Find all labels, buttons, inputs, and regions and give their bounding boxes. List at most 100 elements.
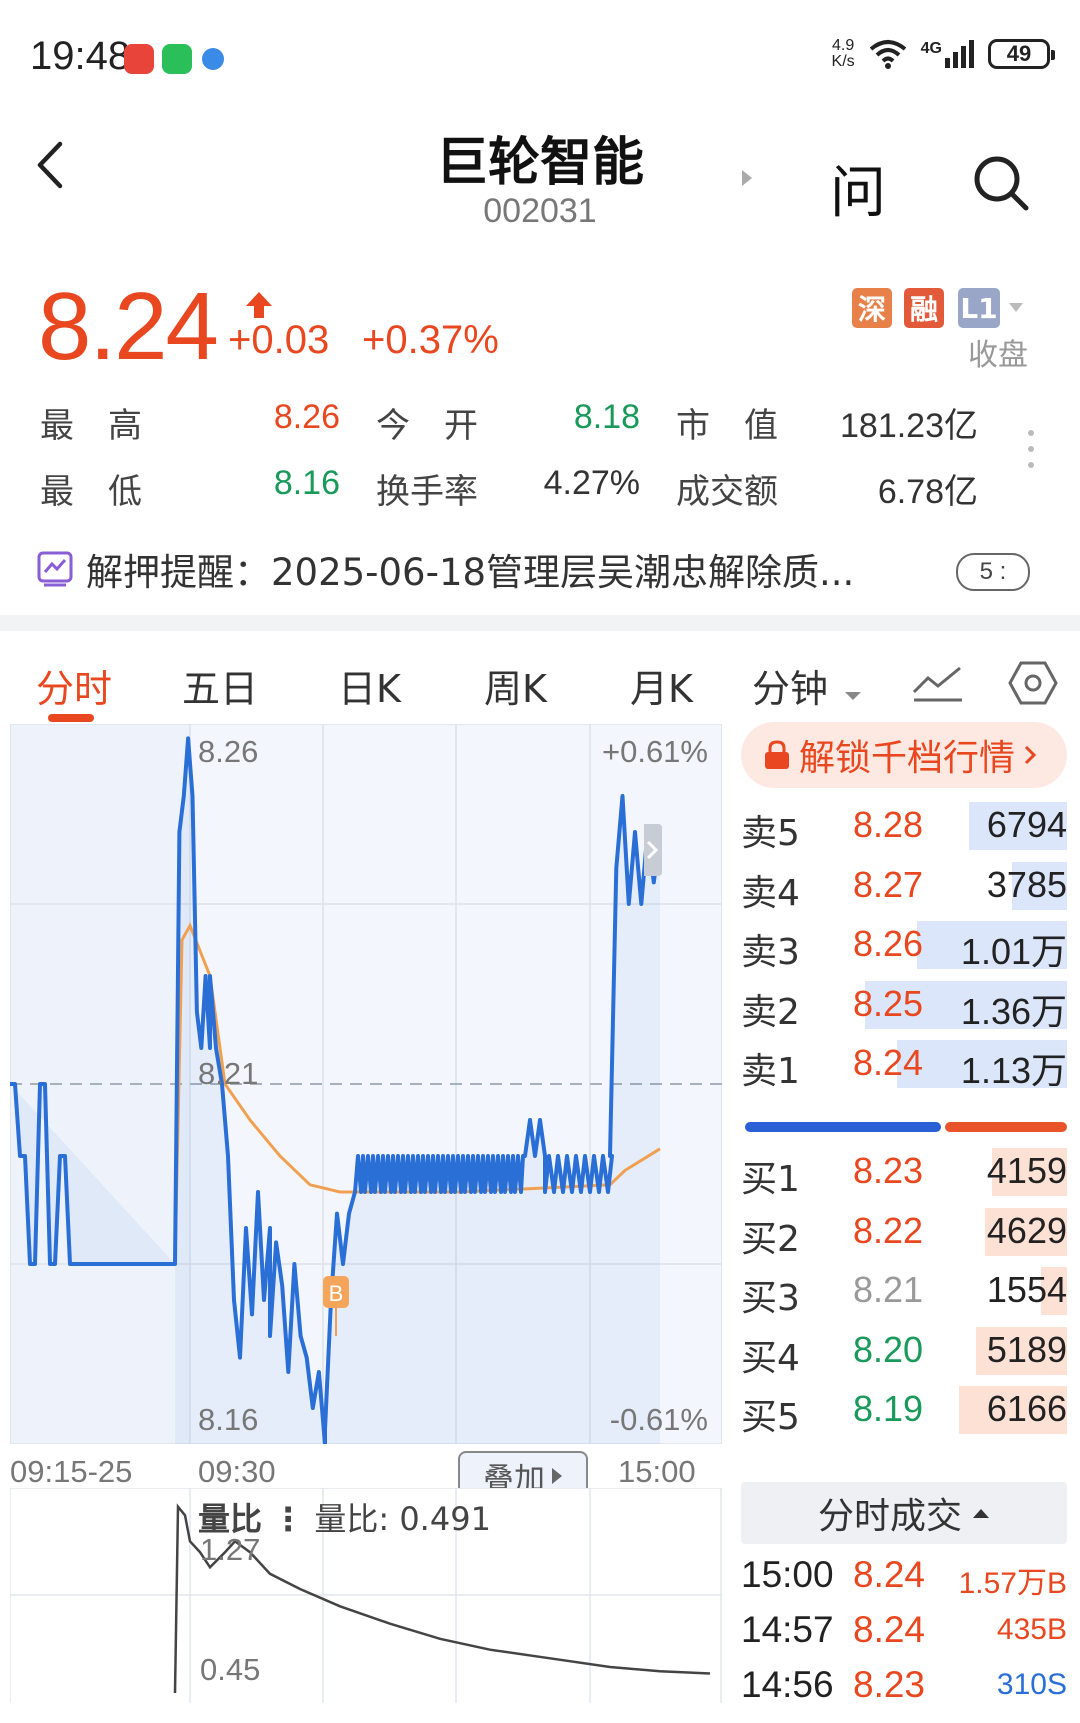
bid-level-price: 8.22: [853, 1209, 924, 1251]
trade-row: 14:56 8.23 310S: [741, 1664, 1067, 1718]
trade-volume: 310S: [996, 1668, 1067, 1701]
bid-level-volume: 6166: [986, 1388, 1067, 1429]
ask-level-volume: 1.01万: [960, 931, 1067, 972]
stat-value-mktcap: 181.23亿: [840, 407, 978, 445]
stat-value-low: 8.16: [273, 464, 340, 502]
pct-axis-low: -0.61%: [609, 1402, 708, 1437]
battery-icon: 49: [988, 39, 1055, 69]
volume-axis-low: 0.45: [200, 1652, 261, 1687]
status-indicators: 4.9 K/s 4G 49: [832, 38, 1055, 70]
wifi-icon: [869, 40, 906, 69]
ask-level-price: 8.25: [853, 982, 924, 1024]
trade-time: 15:00: [741, 1554, 834, 1595]
more-dots-icon[interactable]: [1026, 428, 1036, 470]
bid-level-price: 8.21: [853, 1269, 924, 1310]
section-divider: [0, 615, 1080, 631]
time-axis-start: 09:15-25: [10, 1454, 133, 1489]
chevron-right-icon: [1024, 745, 1037, 765]
search-icon[interactable]: [970, 152, 1032, 214]
stat-label-turnover: 换手率: [376, 472, 478, 512]
margin-tag: 融: [904, 288, 944, 328]
stock-name: 巨轮智能: [435, 133, 644, 193]
notice-count-badge[interactable]: 5 :: [956, 553, 1030, 591]
ask-level-price: 8.27: [853, 863, 924, 905]
bid-level-volume: 4629: [986, 1209, 1067, 1251]
tick-trades-header[interactable]: 分时成交: [741, 1482, 1067, 1544]
ask-level-volume: 6794: [986, 804, 1067, 845]
ask-level-name: 卖1: [741, 1051, 800, 1092]
trade-time: 14:57: [741, 1609, 834, 1650]
ask-level-row[interactable]: 卖2 8.25 1.36万: [741, 977, 1067, 1033]
browser-icon: [202, 48, 224, 70]
bid-level-price: 8.19: [853, 1388, 924, 1429]
ask-level-row[interactable]: 卖4 8.27 3785: [741, 858, 1067, 914]
ask-level-name: 卖2: [741, 991, 800, 1033]
current-price: 8.24: [38, 273, 219, 380]
stat-label-amount: 成交额: [676, 472, 778, 512]
stat-label-low: 最 低: [40, 472, 142, 512]
bid-level-name: 买3: [741, 1278, 800, 1319]
tab-active-indicator: [48, 714, 94, 722]
unlock-depth-button[interactable]: 解锁千档行情: [741, 722, 1067, 788]
huawei-app-icon: [124, 44, 154, 74]
stat-label-open: 今 开: [376, 406, 478, 446]
bid-level-name: 买2: [741, 1218, 800, 1260]
chart-notice-icon: [37, 551, 73, 587]
tab-five-day[interactable]: 五日: [182, 658, 258, 713]
trade-volume: 435B: [996, 1613, 1067, 1646]
ask-level-row[interactable]: 卖5 8.28 6794: [741, 798, 1067, 854]
bid-level-row[interactable]: 买3 8.21 1554: [741, 1263, 1067, 1319]
ask-button[interactable]: 问: [830, 148, 886, 229]
tab-minute[interactable]: 分钟: [752, 658, 862, 713]
sell-ratio-bar: [945, 1122, 1067, 1132]
stock-code: 002031: [483, 192, 597, 230]
time-axis-close: 15:00: [618, 1454, 696, 1489]
ask-level-row[interactable]: 卖3 8.26 1.01万: [741, 917, 1067, 973]
next-stock-icon[interactable]: [740, 168, 754, 188]
bid-level-row[interactable]: 买5 8.19 6166: [741, 1382, 1067, 1438]
trade-price: 8.24: [853, 1609, 926, 1650]
bid-level-volume: 1554: [986, 1269, 1067, 1310]
ask-level-row[interactable]: 卖1 8.24 1.13万: [741, 1036, 1067, 1092]
chevron-down-icon: [845, 692, 862, 700]
tab-daily-k[interactable]: 日K: [338, 658, 401, 713]
trade-volume: 1.57万B: [958, 1567, 1067, 1600]
market-status: 收盘: [968, 338, 1028, 373]
notice-text: 解押提醒：2025-06-18管理层吴潮忠解除质...: [86, 551, 855, 594]
up-arrow-icon: [246, 292, 272, 318]
bid-level-volume: 5189: [986, 1328, 1067, 1370]
trade-price: 8.23: [853, 1664, 926, 1705]
time-axis-open: 09:30: [198, 1454, 276, 1489]
stat-value-turnover: 4.27%: [543, 464, 640, 502]
ask-level-name: 卖4: [741, 872, 800, 914]
buy-ratio-bar: [745, 1122, 941, 1132]
settings-hexagon-icon[interactable]: [1008, 660, 1058, 706]
bid-level-name: 买1: [741, 1159, 800, 1200]
ask-level-name: 卖3: [741, 932, 800, 973]
price-axis-low: 8.16: [198, 1402, 259, 1437]
bid-level-volume: 4159: [986, 1150, 1067, 1191]
bid-level-name: 买4: [741, 1337, 800, 1379]
pledge-notice[interactable]: 解押提醒：2025-06-18管理层吴潮忠解除质...: [36, 542, 854, 596]
pct-axis-high: +0.61%: [601, 734, 708, 769]
status-time: 19:48: [30, 34, 131, 78]
panel-collapse-tab[interactable]: [644, 824, 662, 876]
bid-level-row[interactable]: 买2 8.22 4629: [741, 1204, 1067, 1260]
tab-monthly-k[interactable]: 月K: [630, 658, 693, 713]
price-axis-mid: 8.21: [198, 1056, 259, 1091]
ask-level-price: 8.24: [853, 1042, 924, 1083]
bid-level-row[interactable]: 买1 8.23 4159: [741, 1144, 1067, 1200]
price-change-pct: +0.37%: [362, 318, 499, 362]
tab-intraday[interactable]: 分时: [36, 658, 112, 713]
indicator-chart-icon[interactable]: [912, 664, 964, 704]
level-tag[interactable]: L1: [958, 288, 1000, 328]
price-change: +0.03: [228, 318, 330, 362]
tab-weekly-k[interactable]: 周K: [484, 658, 547, 713]
ask-level-price: 8.28: [853, 804, 924, 845]
bid-level-row[interactable]: 买4 8.20 5189: [741, 1323, 1067, 1379]
intraday-chart[interactable]: B: [10, 724, 722, 1444]
bid-level-name: 买5: [741, 1397, 800, 1438]
chevron-down-icon[interactable]: [1008, 302, 1024, 314]
caret-up-icon: [973, 1509, 989, 1518]
volume-axis-high: 1.27: [200, 1532, 261, 1567]
